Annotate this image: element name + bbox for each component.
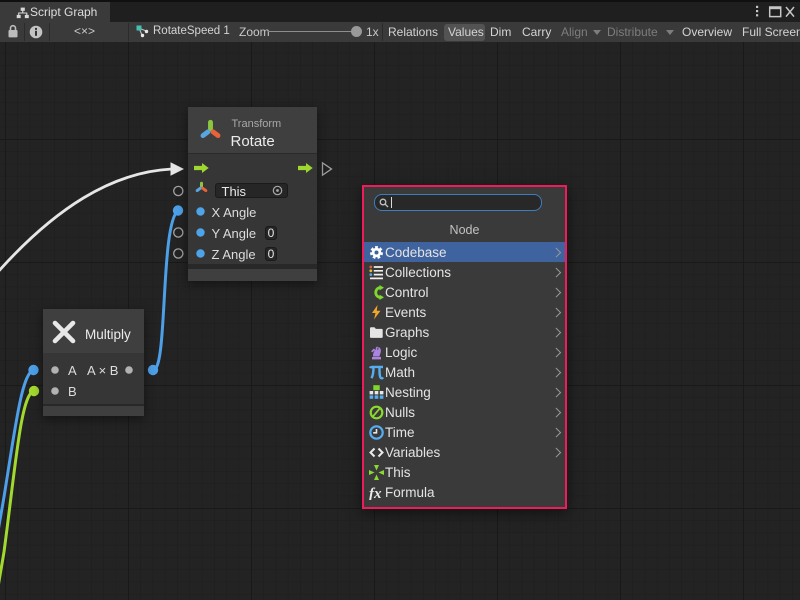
svg-text:fx: fx [369, 486, 382, 500]
